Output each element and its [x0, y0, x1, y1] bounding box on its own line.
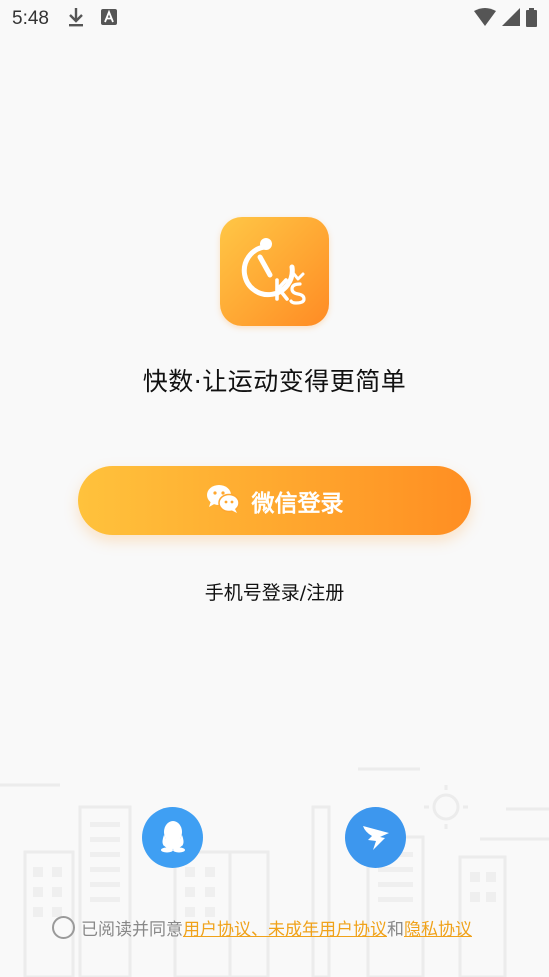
- user-agreement-link[interactable]: 用户协议、未成年用户协议: [183, 915, 387, 940]
- phone-login-link[interactable]: 手机号登录/注册: [0, 578, 549, 605]
- wechat-icon: [206, 484, 240, 518]
- wifi-icon: [474, 8, 496, 30]
- agreement-row: 已阅读并同意 用户协议、未成年用户协议 和 隐私协议: [52, 914, 472, 940]
- agreement-prefix: 已阅读并同意: [81, 919, 183, 940]
- wechat-login-button[interactable]: 微信登录: [78, 466, 471, 535]
- dingtalk-icon: [360, 820, 392, 856]
- app-slogan: 快数·让运动变得更简单: [142, 367, 407, 396]
- dingtalk-login-button[interactable]: [345, 807, 406, 868]
- status-time: 5:48: [12, 8, 49, 29]
- signal-icon: [502, 8, 520, 30]
- city-background-illustration: [0, 767, 549, 977]
- status-right-icons: [474, 7, 537, 31]
- qq-login-button[interactable]: [142, 807, 203, 868]
- qq-icon: [158, 819, 188, 857]
- app-logo: [220, 217, 329, 326]
- privacy-agreement-link[interactable]: 隐私协议: [404, 915, 472, 940]
- stopwatch-logo-icon: [241, 238, 306, 305]
- agreement-conjunction: 和: [387, 919, 404, 940]
- status-left-icons: [67, 7, 117, 31]
- a11y-icon: [100, 9, 117, 29]
- wechat-login-label: 微信登录: [251, 490, 344, 517]
- battery-icon: [526, 7, 537, 31]
- status-bar: 5:48: [0, 0, 549, 38]
- download-icon: [67, 7, 85, 31]
- agree-checkbox[interactable]: [52, 915, 75, 939]
